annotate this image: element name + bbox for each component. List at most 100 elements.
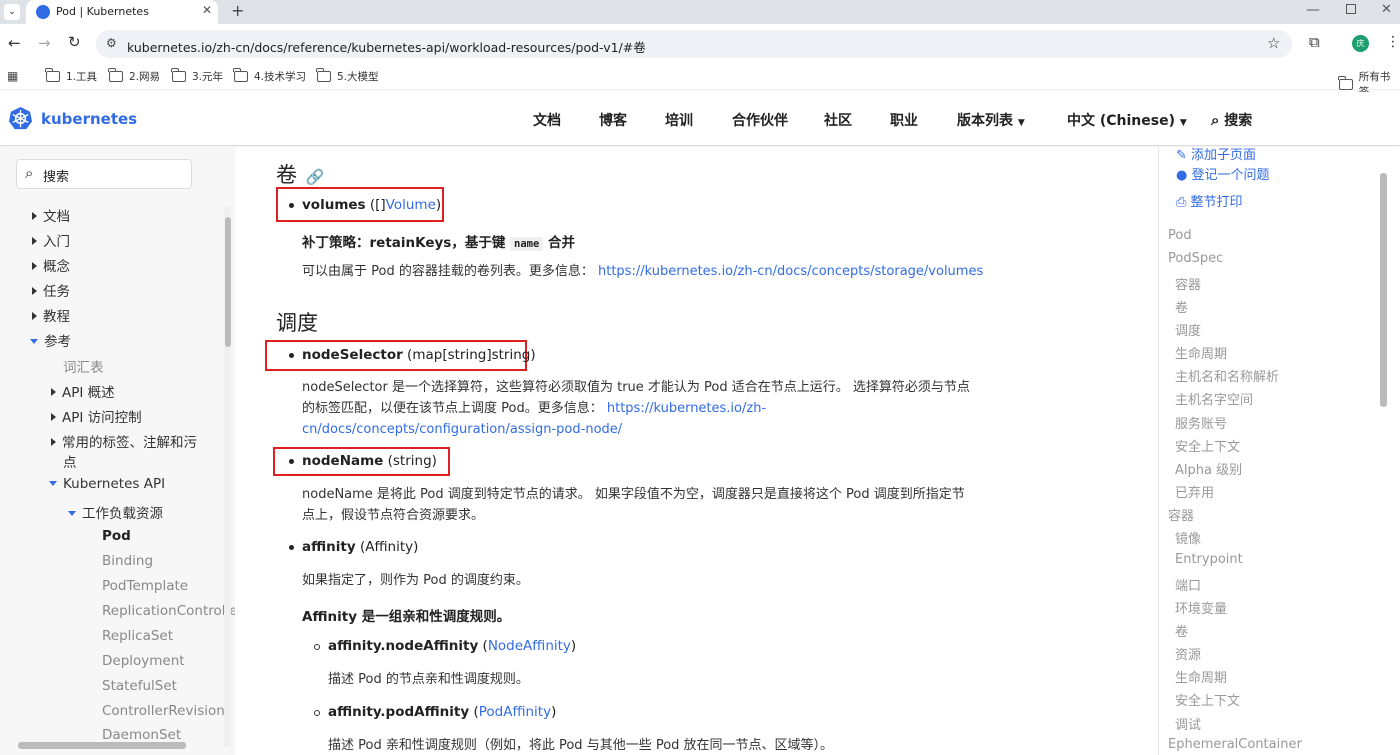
toc-item[interactable]: 资源 — [1175, 644, 1201, 663]
extensions-icon[interactable]: ⧉ — [1309, 33, 1320, 51]
nav-community[interactable]: 社区 — [824, 110, 852, 130]
sidebar-item-deployment[interactable]: Deployment — [102, 653, 185, 669]
menu-icon[interactable]: ⋮ — [1386, 34, 1400, 50]
nav-partners[interactable]: 合作伙伴 — [732, 110, 788, 130]
sidebar-item-workload-resources[interactable]: 工作负载资源 — [68, 502, 163, 522]
nodeselector-docs-link-part2[interactable]: cn/docs/concepts/configuration/assign-po… — [302, 422, 622, 437]
main-content: 卷 🔗 volumes ([]Volume) 补丁策略：retainKeys，基… — [236, 147, 1158, 755]
bookmark-star-icon[interactable]: ☆ — [1267, 34, 1280, 52]
sidebar-horizontal-scrollbar[interactable] — [18, 742, 186, 749]
create-issue-link[interactable]: ● 登记一个问题 — [1176, 164, 1270, 183]
toc-item[interactable]: 安全上下文 — [1175, 436, 1240, 455]
nav-search[interactable]: ⌕ 搜索 — [1211, 110, 1252, 130]
toc-item[interactable]: EphemeralContainer — [1168, 737, 1302, 752]
bookmark-folder-5[interactable]: 5.大模型 — [316, 68, 379, 84]
caret-down-icon: ▼ — [1017, 118, 1025, 128]
sidebar-item-kubernetes-api[interactable]: Kubernetes API — [49, 476, 165, 492]
back-icon[interactable]: ← — [8, 34, 21, 52]
nodeselector-docs-link-part1[interactable]: https://kubernetes.io/zh- — [607, 401, 766, 416]
tab-strip: ⌄ Pod | Kubernetes ✕ + — ✕ — [0, 0, 1400, 24]
nav-careers[interactable]: 职业 — [890, 110, 918, 130]
toc-item[interactable]: Entrypoint — [1175, 552, 1243, 567]
sidebar-item-statefulset[interactable]: StatefulSet — [102, 678, 177, 694]
sidebar-item-replicationcontroller[interactable]: ReplicationControlle — [102, 603, 235, 619]
reload-icon[interactable]: ↻ — [68, 33, 81, 51]
volumes-docs-link[interactable]: https://kubernetes.io/zh-cn/docs/concept… — [598, 264, 983, 279]
toc-item[interactable]: 主机名和名称解析 — [1175, 366, 1279, 385]
caret-right-icon — [51, 438, 56, 446]
toc-item[interactable]: 主机名字空间 — [1175, 389, 1253, 408]
sidebar-item-controllerrevision[interactable]: ControllerRevision — [102, 703, 225, 719]
bookmark-folder-3[interactable]: 3.元年 — [171, 68, 223, 84]
sidebar-item-binding[interactable]: Binding — [102, 553, 153, 569]
nav-training[interactable]: 培训 — [665, 110, 693, 130]
sidebar-scrollbar-thumb[interactable] — [225, 217, 231, 347]
tab-search-button[interactable]: ⌄ — [4, 4, 20, 20]
apps-grid-icon[interactable]: ▦ — [7, 69, 18, 83]
profile-avatar[interactable]: 庆 — [1352, 35, 1369, 52]
address-bar[interactable]: ⚙ kubernetes.io/zh-cn/docs/reference/kub… — [96, 30, 1292, 58]
nav-docs[interactable]: 文档 — [533, 110, 561, 130]
toc-item[interactable]: 卷 — [1175, 621, 1188, 640]
close-window-icon[interactable]: ✕ — [1381, 2, 1392, 17]
minimize-icon[interactable]: — — [1306, 2, 1320, 18]
forward-icon[interactable]: → — [38, 34, 51, 52]
bookmark-folder-4[interactable]: 4.技术学习 — [233, 68, 306, 84]
toc-item[interactable]: 已弃用 — [1175, 482, 1214, 501]
caret-down-icon: ▼ — [1179, 118, 1187, 128]
add-child-page-link[interactable]: ✎ 添加子页面 — [1176, 147, 1256, 163]
toc-item[interactable]: 安全上下文 — [1175, 690, 1240, 709]
new-tab-icon[interactable]: + — [231, 1, 244, 20]
toc-item[interactable]: 生命周期 — [1175, 343, 1227, 362]
sidebar-item-replicaset[interactable]: ReplicaSet — [102, 628, 173, 644]
sidebar-item-getting-started[interactable]: 入门 — [32, 230, 70, 250]
kubernetes-logo[interactable]: kubernetes — [8, 106, 137, 131]
toc-item[interactable]: Pod — [1168, 228, 1192, 243]
printer-icon: ⎙ — [1176, 195, 1187, 210]
toc-item[interactable]: 调试 — [1175, 714, 1201, 733]
active-tab[interactable]: Pod | Kubernetes ✕ — [26, 0, 218, 24]
volume-type-link[interactable]: Volume — [386, 197, 436, 213]
toc-item[interactable]: 卷 — [1175, 297, 1188, 316]
toc-item[interactable]: 容器 — [1168, 505, 1194, 524]
podaffinity-type-link[interactable]: PodAffinity — [479, 704, 551, 720]
search-icon: ⌕ — [1211, 111, 1220, 129]
caret-right-icon — [32, 312, 37, 320]
sidebar-item-daemonset[interactable]: DaemonSet — [102, 727, 181, 743]
close-tab-icon[interactable]: ✕ — [202, 3, 212, 17]
print-section-link[interactable]: ⎙ 整节打印 — [1176, 191, 1243, 210]
sidebar-item-api-access-control[interactable]: API 访问控制 — [51, 406, 142, 426]
nav-language-dropdown[interactable]: 中文 (Chinese) ▼ — [1067, 110, 1187, 130]
sidebar-item-tasks[interactable]: 任务 — [32, 280, 70, 300]
sidebar-item-podtemplate[interactable]: PodTemplate — [102, 578, 188, 594]
toc-item[interactable]: 生命周期 — [1175, 667, 1227, 686]
toc-item[interactable]: 环境变量 — [1175, 598, 1227, 617]
toc-item[interactable]: 服务账号 — [1175, 413, 1227, 432]
sidebar-item-labels-annotations[interactable]: 常用的标签、注解和污 — [51, 431, 197, 451]
toc-item[interactable]: 镜像 — [1175, 528, 1201, 547]
toc-item[interactable]: 调度 — [1175, 320, 1201, 339]
sidebar-search-input[interactable]: ⌕ 搜索 — [16, 159, 192, 189]
toc-item[interactable]: 端口 — [1175, 575, 1201, 594]
toc-item[interactable]: 容器 — [1175, 274, 1201, 293]
sidebar-item-reference[interactable]: 参考 — [30, 330, 71, 350]
sidebar-item-docs[interactable]: 文档 — [32, 205, 70, 225]
nodeaffinity-type-link[interactable]: NodeAffinity — [488, 638, 571, 654]
bookmark-folder-2[interactable]: 2.网易 — [108, 68, 160, 84]
url-text[interactable]: kubernetes.io/zh-cn/docs/reference/kuber… — [127, 37, 646, 56]
toc-scrollbar-thumb[interactable] — [1380, 173, 1387, 407]
site-info-icon[interactable]: ⚙ — [106, 36, 117, 50]
anchor-link-icon[interactable]: 🔗 — [306, 168, 325, 186]
sidebar-item-pod[interactable]: Pod — [102, 528, 131, 544]
toc-item[interactable]: Alpha 级别 — [1175, 459, 1242, 478]
nav-versions-dropdown[interactable]: 版本列表 ▼ — [957, 110, 1025, 130]
sidebar-item-glossary[interactable]: 词汇表 — [63, 356, 104, 376]
nav-blog[interactable]: 博客 — [599, 110, 627, 130]
sidebar-item-labels-annotations-wrap[interactable]: 点 — [63, 451, 77, 471]
restore-icon[interactable] — [1346, 4, 1356, 14]
sidebar-item-api-overview[interactable]: API 概述 — [51, 381, 115, 401]
sidebar-item-concepts[interactable]: 概念 — [32, 255, 70, 275]
bookmark-folder-1[interactable]: 1.工具 — [45, 68, 97, 84]
toc-item[interactable]: PodSpec — [1168, 251, 1223, 266]
sidebar-item-tutorials[interactable]: 教程 — [32, 305, 70, 325]
